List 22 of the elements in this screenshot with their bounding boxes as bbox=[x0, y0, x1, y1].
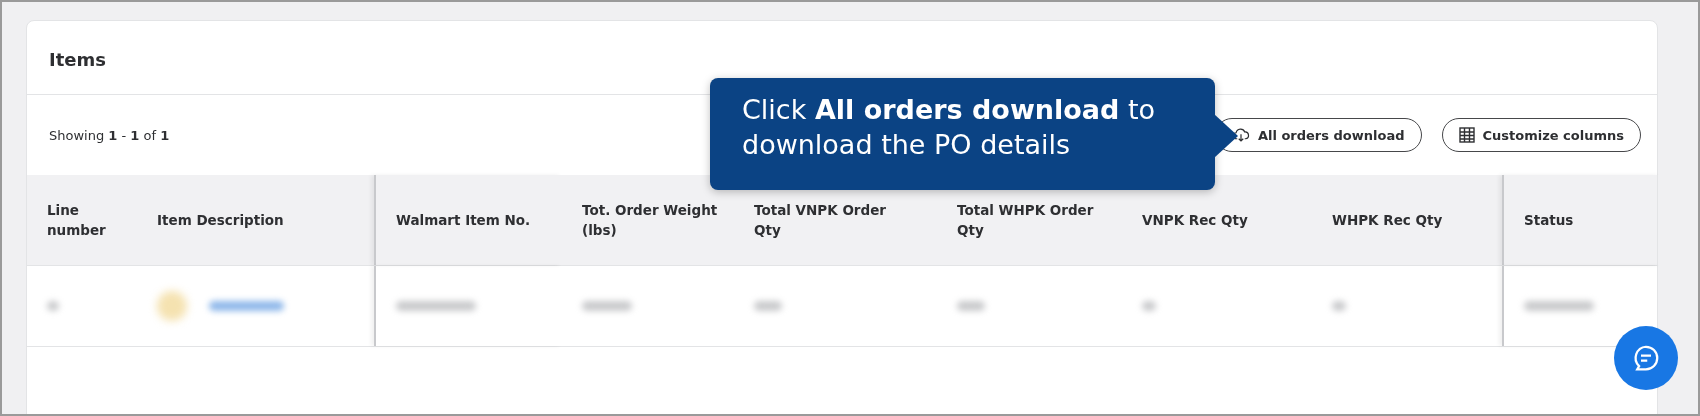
column-header: Total VNPK Order Qty bbox=[754, 200, 887, 240]
blurred-text bbox=[1332, 301, 1346, 311]
column-header: Total WHPK Order Qty bbox=[957, 200, 1095, 240]
results-summary: Showing 1 - 1 of 1 bbox=[49, 127, 171, 143]
table-icon bbox=[1458, 127, 1475, 143]
chat-icon bbox=[1631, 343, 1661, 373]
blurred-text bbox=[957, 301, 985, 311]
customize-columns-button[interactable]: Customize columns bbox=[1441, 118, 1641, 152]
blurred-text bbox=[47, 301, 59, 311]
blurred-thumbnail bbox=[157, 291, 187, 321]
blurred-text bbox=[582, 301, 632, 311]
blurred-text bbox=[754, 301, 782, 311]
column-header: Status bbox=[1524, 210, 1574, 230]
column-header: VNPK Rec Qty bbox=[1142, 210, 1248, 230]
callout-text: Click All orders download to download the PO details bbox=[742, 94, 1156, 161]
column-header: Tot. Order Weight (lbs) bbox=[582, 200, 719, 240]
blurred-text bbox=[1142, 301, 1156, 311]
blurred-text bbox=[1524, 301, 1594, 311]
column-header: Line number bbox=[47, 200, 107, 240]
column-header: Item Description bbox=[157, 210, 284, 230]
column-header: WHPK Rec Qty bbox=[1332, 210, 1443, 230]
column-header: Walmart Item No. bbox=[396, 210, 531, 230]
